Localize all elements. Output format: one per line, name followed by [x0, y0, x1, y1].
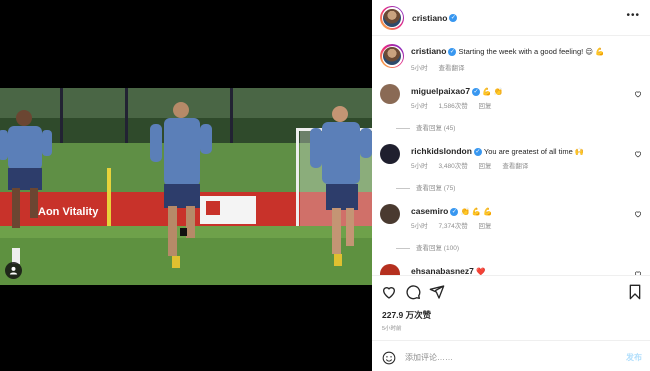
comment-time: 5小时 — [411, 163, 428, 170]
more-options-icon[interactable]: ••• — [626, 10, 640, 21]
comment-avatar[interactable] — [380, 204, 400, 224]
comment-translate-link[interactable]: 查看翻译 — [502, 163, 528, 170]
banner-text: Aon Vitality — [38, 206, 99, 218]
comment-meta: 5小时 7,374次赞 回复 — [411, 220, 501, 230]
likes-count[interactable]: 227.9 万次赞 — [382, 309, 431, 321]
comment-reply-link[interactable]: 回复 — [479, 103, 492, 110]
post-header: cristiano ✓ ••• — [372, 0, 650, 36]
training-photo-illustration: Aon Vitality — [0, 88, 372, 285]
comment-username[interactable]: ehsanabasnez7 — [411, 266, 474, 275]
comment-text: 👏 💪 💪 — [460, 207, 493, 216]
comment-body: richkidslondon ✓ You are greatest of all … — [411, 146, 631, 157]
tagged-user-icon[interactable] — [5, 262, 22, 279]
comments-list: cristiano ✓ Starting the week with a good… — [372, 37, 650, 275]
comment-text: ❤️ — [475, 267, 486, 275]
post-details-panel: cristiano ✓ ••• cristiano ✓ Starting the … — [372, 0, 650, 371]
comment-meta: 5小时 3,480次赞 回复 查看翻译 — [411, 160, 537, 170]
comment-input[interactable] — [405, 350, 605, 364]
like-heart-icon[interactable] — [381, 284, 397, 300]
comment-avatar[interactable] — [380, 144, 400, 164]
comment-username[interactable]: miguelpaixao7 — [411, 86, 470, 96]
comment-time: 5小时 — [411, 103, 428, 110]
verified-badge-icon: ✓ — [472, 88, 481, 97]
caption: cristiano ✓ Starting the week with a good… — [380, 44, 642, 74]
save-bookmark-icon[interactable] — [627, 284, 643, 300]
comment-avatar[interactable] — [380, 84, 400, 104]
heart-icon[interactable] — [634, 150, 642, 158]
heart-icon[interactable] — [634, 90, 642, 98]
post-photo[interactable]: Aon Vitality — [0, 88, 372, 285]
caption-meta: 5小时 查看翻译 — [411, 62, 473, 72]
comment-likes[interactable]: 1,586次赞 — [438, 103, 467, 110]
add-comment-bar: 发布 — [372, 340, 650, 371]
post-comment-button[interactable]: 发布 — [626, 352, 642, 363]
view-replies-link[interactable]: 查看回复 (100) — [416, 242, 459, 252]
comment-username[interactable]: casemiro — [411, 206, 448, 216]
comment-body: miguelpaixao7 ✓ 💪 👏 — [411, 86, 631, 97]
verified-badge-icon: ✓ — [473, 148, 482, 157]
comment-body: casemiro ✓ 👏 💪 💪 — [411, 206, 631, 217]
heart-icon[interactable] — [634, 210, 642, 218]
caption-body: cristiano ✓ Starting the week with a good… — [411, 46, 631, 57]
post-media-area: Aon Vitality — [0, 0, 372, 371]
comment-username[interactable]: richkidslondon — [411, 146, 472, 156]
comment-text: You are greatest of all time 🙌 — [483, 147, 585, 156]
caption-username[interactable]: cristiano — [411, 46, 446, 56]
author-username[interactable]: cristiano — [412, 13, 447, 23]
post-time: 5小时前 — [382, 326, 402, 332]
comment-text: 💪 👏 — [482, 87, 503, 96]
comment-meta: 5小时 1,586次赞 回复 — [411, 100, 501, 110]
comment-time: 5小时 — [411, 223, 428, 230]
verified-badge-icon: ✓ — [448, 48, 457, 57]
view-replies-link[interactable]: 查看回复 (75) — [416, 182, 455, 192]
post-actions-bar: 227.9 万次赞 5小时前 — [372, 275, 650, 337]
verified-badge-icon: ✓ — [450, 208, 459, 217]
view-replies-link[interactable]: 查看回复 (45) — [416, 122, 455, 132]
comment-item: richkidslondon ✓ You are greatest of all … — [380, 144, 642, 194]
comment-item: ehsanabasnez7 ❤️ — [380, 264, 642, 275]
comment-reply-link[interactable]: 回复 — [479, 223, 492, 230]
comment-reply-link[interactable]: 回复 — [479, 163, 492, 170]
caption-avatar[interactable] — [380, 44, 404, 68]
caption-text: Starting the week with a good feeling! 😌… — [458, 47, 605, 56]
comment-likes[interactable]: 3,480次赞 — [438, 163, 467, 170]
comment-likes[interactable]: 7,374次赞 — [438, 223, 467, 230]
emoji-icon[interactable] — [382, 351, 396, 365]
comment-item: miguelpaixao7 ✓ 💪 👏 5小时 1,586次赞 回复 查看回复 (… — [380, 84, 642, 134]
comment-icon[interactable] — [405, 284, 421, 300]
share-icon[interactable] — [429, 284, 445, 300]
comment-body: ehsanabasnez7 ❤️ — [411, 266, 631, 275]
comment-avatar[interactable] — [380, 264, 400, 275]
verified-badge-icon: ✓ — [449, 13, 458, 22]
author-avatar[interactable] — [380, 5, 404, 30]
caption-time: 5小时 — [411, 65, 428, 72]
caption-translate-link[interactable]: 查看翻译 — [438, 65, 464, 72]
comment-item: casemiro ✓ 👏 💪 💪 5小时 7,374次赞 回复 查看回复 (100… — [380, 204, 642, 254]
